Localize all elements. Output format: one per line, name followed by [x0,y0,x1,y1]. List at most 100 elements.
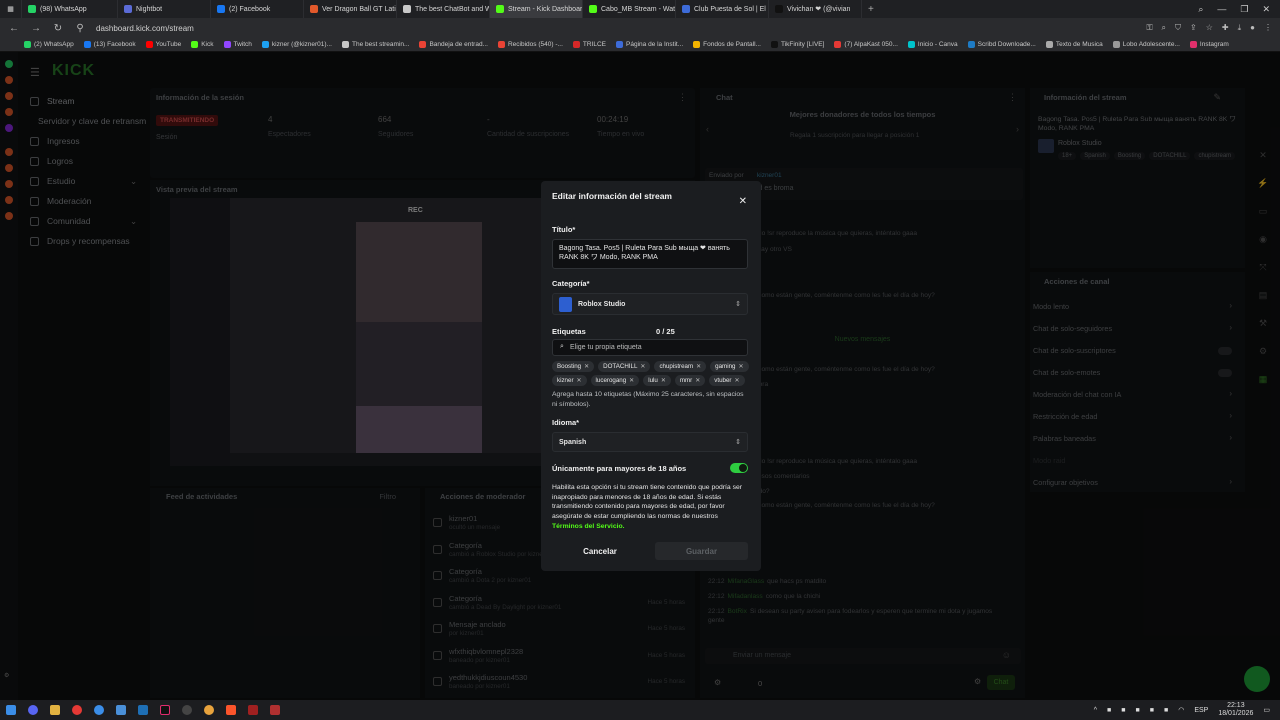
url-field[interactable]: dashboard.kick.com/stream [96,24,194,33]
tray-icon[interactable]: ■ [1121,707,1125,714]
bookmark-link[interactable]: Texto de Musica [1045,41,1103,48]
tag-chip-label: gaming [715,363,736,370]
menu-icon[interactable]: ⋮ [1264,23,1272,33]
tray-icon[interactable]: ■ [1164,707,1168,714]
search-tabs-icon[interactable]: ⌕ [1198,4,1203,15]
remove-tag-icon[interactable]: ✕ [696,363,701,370]
bookmark-link[interactable]: The best streamin... [341,41,409,48]
close-icon[interactable]: ✕ [739,196,747,207]
extensions-icon[interactable]: ✚ [1222,23,1229,33]
app-icon[interactable] [28,705,38,715]
download-icon[interactable]: ⤓ [1238,23,1242,33]
remove-tag-icon[interactable]: ✕ [661,377,666,384]
share-icon[interactable]: ⇪ [1190,23,1197,33]
bookmark-link[interactable]: TikFinity [LIVE] [770,41,824,48]
tray-icon[interactable]: ■ [1150,707,1154,714]
app-icon[interactable] [248,705,258,715]
bookmark-link[interactable]: Lobo Adolescente... [1112,41,1180,48]
bookmark-link[interactable]: TRILCE [572,41,606,48]
zoom-icon[interactable]: ⌕ [1162,23,1166,33]
tags-counter: 0 / 25 [656,327,675,336]
remove-tag-icon[interactable]: ✕ [629,377,634,384]
tiktok-icon[interactable] [160,705,170,715]
bookmark-link[interactable]: Twitch [223,41,252,48]
shield-icon[interactable]: ⛉ [1175,23,1181,33]
browser-tab[interactable]: (98) WhatsApp [22,0,118,18]
bookmark-link[interactable]: Recibidos (540) -... [497,41,563,48]
cancel-button[interactable]: Cancelar [552,542,648,560]
save-button[interactable]: Guardar [655,542,748,560]
bookmark-link[interactable]: Fondos de Pantall... [693,41,761,48]
bookmark-link[interactable]: Kick [191,41,214,48]
bookmark-link[interactable]: Página de la Instit... [616,41,683,48]
bookmark-link[interactable]: (7) AlpaKast 050... [834,41,898,48]
notifications-icon[interactable]: ▭ [1263,706,1270,714]
steam-icon[interactable] [138,705,148,715]
tag-chip[interactable]: kizner ✕ [552,375,587,386]
app-icon[interactable] [116,705,126,715]
bookmark-link[interactable]: Scribd Downloade... [967,41,1036,48]
language-select[interactable]: Spanish ⇕ [552,432,748,452]
browser-tab[interactable]: Ver Dragon Ball GT Latino [304,0,397,18]
back-arrow-icon[interactable]: ← [8,23,20,34]
app-icon[interactable] [270,705,280,715]
forward-arrow-icon[interactable]: → [30,23,42,34]
browser-tab[interactable]: Stream - Kick Dashboard [490,0,583,18]
tag-chip[interactable]: lucerogang ✕ [590,375,640,386]
remove-tag-icon[interactable]: ✕ [584,363,589,370]
tag-chip[interactable]: mmr ✕ [674,375,706,386]
bookmark-link[interactable]: (2) WhatsApp [24,41,74,48]
tag-chip[interactable]: gaming ✕ [710,361,749,372]
reload-icon[interactable]: ↻ [52,23,64,34]
brave-icon[interactable] [226,705,236,715]
file-explorer-icon[interactable] [50,705,60,715]
close-window-icon[interactable]: ✕ [1262,4,1270,15]
bookmark-link[interactable]: Inicio - Canva [907,41,958,48]
category-select[interactable]: Roblox Studio ⇕ [552,293,748,315]
bookmark-link[interactable]: kizner (@kizner01)... [261,41,332,48]
tray-icon[interactable]: ■ [1136,707,1140,714]
remove-tag-icon[interactable]: ✕ [734,377,739,384]
bookmark-star-icon[interactable]: ☆ [1206,23,1213,33]
tag-chip[interactable]: Boosting ✕ [552,361,595,372]
new-tab-button[interactable]: + [862,0,880,18]
tag-chip[interactable]: chupistream ✕ [654,361,707,372]
bookmark-link[interactable]: YouTube [145,41,181,48]
browser-tab[interactable]: Cabo_MB Stream - Watch [583,0,676,18]
remove-tag-icon[interactable]: ✕ [738,363,743,370]
site-info-icon[interactable]: ⚲ [74,23,86,34]
tag-chip[interactable]: DOTACHILL ✕ [598,361,651,372]
key-icon[interactable]: ⚿ [1146,23,1152,33]
wifi-icon[interactable]: ◠ [1178,706,1184,714]
windows-start-icon[interactable] [6,705,16,715]
tag-chip[interactable]: vtuber ✕ [709,375,745,386]
browser-tab[interactable]: (2) Facebook [211,0,304,18]
remove-tag-icon[interactable]: ✕ [640,363,645,370]
tray-chevron-icon[interactable]: ^ [1094,707,1097,714]
minimize-window-icon[interactable]: — [1217,4,1226,15]
bookmark-link[interactable]: Bandeja de entrad... [419,41,488,48]
terms-of-service-link[interactable]: Términos del Servicio. [552,523,625,530]
app-icon[interactable] [72,705,82,715]
app-icon[interactable] [94,705,104,715]
browser-tab[interactable]: Club Puesta de Sol | El si [676,0,769,18]
browser-tab[interactable]: The best ChatBot and Wi [397,0,490,18]
remove-tag-icon[interactable]: ✕ [577,377,582,384]
obs-icon[interactable] [182,705,192,715]
remove-tag-icon[interactable]: ✕ [695,377,700,384]
maximize-window-icon[interactable]: ❐ [1240,4,1248,15]
chrome-icon[interactable] [204,705,214,715]
tab-overview-icon[interactable]: ▦ [0,0,22,18]
tag-chip[interactable]: lulu ✕ [643,375,671,386]
keyboard-language[interactable]: ESP [1194,707,1208,714]
tray-icon[interactable]: ■ [1107,707,1111,714]
adult-only-toggle[interactable] [730,463,748,473]
tags-input[interactable]: ⌕ Elige tu propia etiqueta [552,339,748,356]
bookmark-link[interactable]: Instagram [1189,41,1229,48]
clock[interactable]: 22:13 18/01/2026 [1218,702,1253,717]
browser-tab[interactable]: Nightbot [118,0,211,18]
bookmark-link[interactable]: (13) Facebook [83,41,136,48]
browser-tab[interactable]: Vivichan ❤ (@vivian [769,0,862,18]
title-input[interactable]: Bagong Tasa. Pos5 | Ruleta Para Sub мыща… [552,239,748,269]
profile-icon[interactable]: ● [1250,23,1255,33]
